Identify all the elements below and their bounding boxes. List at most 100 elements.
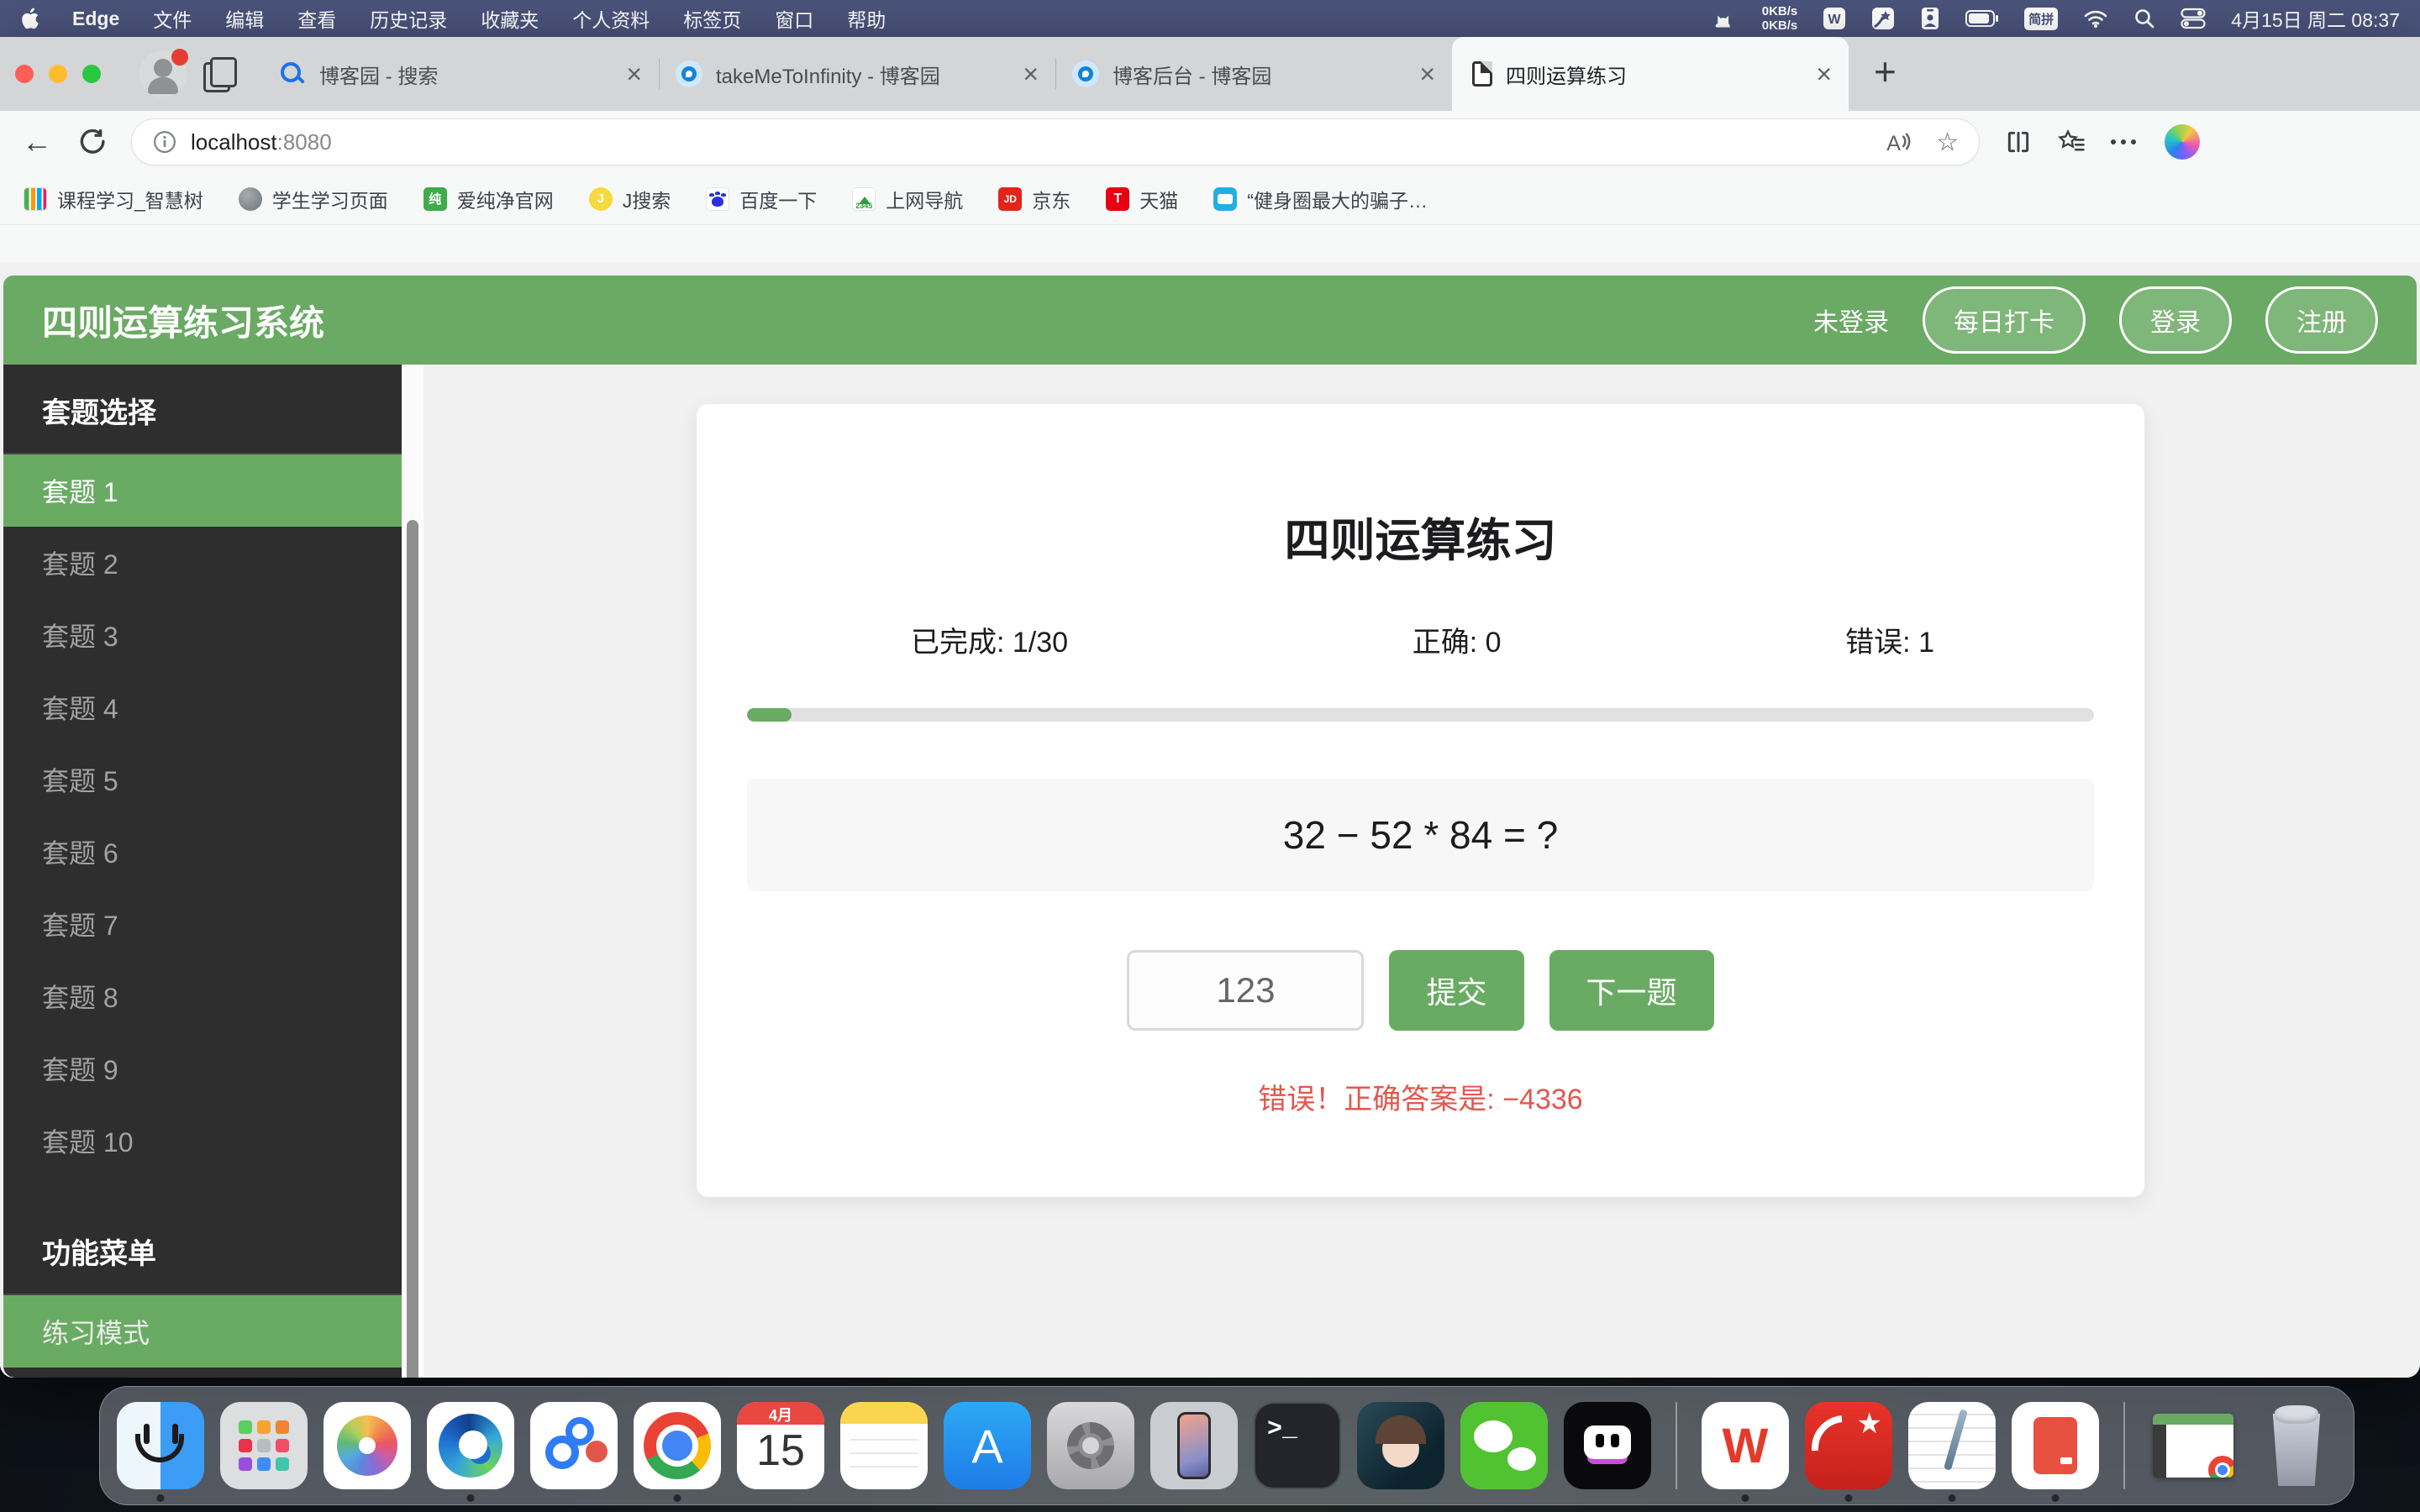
dock-app-netdisk[interactable] — [530, 1402, 618, 1489]
window-minimize-button[interactable] — [49, 65, 67, 83]
dock-app-textedit[interactable] — [1908, 1402, 1996, 1489]
sidebar-item-set[interactable]: 套题 5 — [3, 743, 402, 816]
bookmark-item[interactable]: 课程学习_智慧树 — [24, 185, 203, 213]
tab-close-icon[interactable]: × — [1023, 59, 1039, 90]
login-button[interactable]: 登录 — [2119, 286, 2232, 354]
dock-app-calendar[interactable]: 4月 15 — [737, 1402, 824, 1489]
clashx-cat-icon[interactable] — [1713, 7, 1737, 30]
favorites-list-icon[interactable] — [2057, 129, 2086, 155]
copilot-icon[interactable] — [2165, 124, 2200, 160]
answer-input[interactable] — [1127, 950, 1364, 1031]
menu-bar-item[interactable]: 帮助 — [847, 4, 886, 33]
menu-bar-item[interactable]: 查看 — [297, 4, 336, 33]
sidebar-item-set[interactable]: 套题 9 — [3, 1032, 402, 1105]
dock-app-photos[interactable] — [324, 1402, 411, 1489]
wps-menu-icon[interactable]: W — [1823, 7, 1846, 30]
dock-app-iphone[interactable] — [1150, 1402, 1238, 1489]
settings-more-icon[interactable] — [2111, 139, 2139, 145]
sidebar-scrollbar-thumb[interactable] — [407, 520, 418, 1378]
spotlight-search-icon[interactable] — [2133, 8, 2155, 29]
sidebar-item-set[interactable]: 套题 3 — [3, 599, 402, 671]
tab-close-icon[interactable]: × — [1816, 59, 1832, 90]
bookmark-item[interactable]: J J搜索 — [589, 185, 671, 213]
submit-button[interactable]: 提交 — [1389, 950, 1523, 1031]
bookmark-item[interactable]: T 天猫 — [1106, 185, 1178, 213]
bookmark-favicon — [1213, 187, 1237, 211]
battery-icon[interactable] — [1965, 9, 1999, 28]
dock-app-minwindow[interactable] — [2149, 1402, 2237, 1489]
sidebar-item-set[interactable]: 套题 10 — [3, 1105, 402, 1177]
sidebar-item-set[interactable]: 套题 2 — [3, 527, 402, 599]
wifi-icon[interactable] — [2083, 8, 2108, 29]
menu-bar-item[interactable]: 收藏夹 — [481, 4, 539, 33]
site-info-icon[interactable] — [152, 129, 177, 155]
new-tab-button[interactable]: + — [1874, 49, 1897, 94]
menu-bar-item[interactable]: 历史记录 — [370, 4, 447, 33]
menu-bar-item[interactable]: 个人资料 — [572, 4, 650, 33]
browser-profile-avatar[interactable] — [139, 50, 187, 97]
read-aloud-icon[interactable]: A — [1884, 129, 1912, 155]
window-close-button[interactable] — [15, 65, 34, 83]
sidebar-item-set[interactable]: 套题 6 — [3, 816, 402, 888]
menu-bar-item[interactable]: 标签页 — [683, 4, 741, 33]
bookmark-item[interactable]: 百度一下 — [706, 185, 817, 213]
menu-bar-clock[interactable]: 4月15日 周二 08:37 — [2231, 4, 2400, 33]
sidebar-item-set[interactable]: 套题 1 — [3, 454, 402, 527]
xuexitong-menu-icon[interactable] — [1871, 7, 1895, 30]
address-bar[interactable]: localhost :8080 A ☆ — [131, 118, 1980, 165]
browser-tab[interactable]: takeMeToInfinity - 博客园 × — [659, 37, 1055, 111]
register-button[interactable]: 注册 — [2265, 286, 2378, 354]
dock-app-notes[interactable] — [840, 1402, 928, 1489]
dock-app-appstore[interactable]: A — [944, 1402, 1031, 1489]
favorite-star-icon[interactable]: ☆ — [1936, 128, 1959, 157]
dock-app-edge[interactable] — [427, 1402, 514, 1489]
apple-menu-icon[interactable] — [20, 8, 39, 29]
bookmark-item[interactable]: “健身圈最大的骗子… — [1213, 185, 1428, 213]
bookmark-label: 上网导航 — [886, 185, 963, 213]
daily-checkin-button[interactable]: 每日打卡 — [1923, 286, 2086, 354]
dock-app-wechat[interactable] — [1460, 1402, 1548, 1489]
browser-tab[interactable]: 博客园 - 搜索 × — [262, 37, 659, 111]
menu-bar-item[interactable]: 窗口 — [775, 4, 813, 33]
dock-app-icon[interactable] — [1676, 1402, 1677, 1489]
sidebar-item-mode[interactable]: 错题本 — [3, 1368, 402, 1378]
dock-app-arknights[interactable] — [1357, 1402, 1444, 1489]
next-question-button[interactable]: 下一题 — [1549, 950, 1714, 1031]
dock-app-chrome[interactable] — [634, 1402, 721, 1489]
dock-app-trash[interactable] — [2253, 1402, 2340, 1489]
contacts-badge-icon[interactable] — [1920, 7, 1940, 30]
bookmark-item[interactable]: JD 京东 — [998, 185, 1071, 213]
bookmark-item[interactable]: 纯 爱纯净官网 — [424, 185, 554, 213]
bookmark-item[interactable]: 学生学习页面 — [239, 185, 388, 213]
menu-bar-item[interactable]: 编辑 — [225, 4, 264, 33]
dock-app-icon[interactable] — [2123, 1402, 2125, 1489]
back-button[interactable]: ← — [22, 127, 52, 157]
tab-close-icon[interactable]: × — [626, 59, 642, 90]
dock-app-wps[interactable]: W — [1702, 1402, 1789, 1489]
dock-app-launchpad[interactable] — [220, 1402, 308, 1489]
browser-tab[interactable]: 四则运算练习 × — [1452, 37, 1849, 111]
sidebar-item-set[interactable]: 套题 8 — [3, 960, 402, 1032]
dock-app-robot[interactable] — [1564, 1402, 1651, 1489]
browser-tab[interactable]: 博客后台 - 博客园 × — [1055, 37, 1452, 111]
dock-app-redapp[interactable] — [2012, 1402, 2099, 1489]
tab-favicon — [279, 60, 306, 87]
dock-app-settings[interactable] — [1047, 1402, 1134, 1489]
sidebar-item-set[interactable]: 套题 7 — [3, 888, 402, 960]
sidebar-item-set[interactable]: 套题 4 — [3, 671, 402, 743]
sidebar-scrollbar-track[interactable] — [402, 365, 424, 1378]
workspaces-icon[interactable] — [203, 57, 237, 91]
reload-button[interactable] — [77, 128, 106, 156]
input-method-badge[interactable]: 简拼 — [2024, 8, 2058, 30]
window-zoom-button[interactable] — [82, 65, 101, 83]
bookmark-item[interactable]: 2345 上网导航 — [852, 185, 963, 213]
sidebar-item-mode[interactable]: 练习模式 — [3, 1295, 402, 1368]
dock-app-finder[interactable] — [117, 1402, 204, 1489]
app-menu-title[interactable]: Edge — [72, 8, 119, 30]
tab-close-icon[interactable]: × — [1419, 59, 1435, 90]
dock-app-xuexitong[interactable] — [1805, 1402, 1892, 1489]
menu-bar-item[interactable]: 文件 — [153, 4, 192, 33]
split-screen-icon[interactable] — [2005, 129, 2032, 155]
dock-app-terminal[interactable]: >_ — [1254, 1402, 1341, 1489]
control-center-icon[interactable] — [2181, 8, 2206, 29]
